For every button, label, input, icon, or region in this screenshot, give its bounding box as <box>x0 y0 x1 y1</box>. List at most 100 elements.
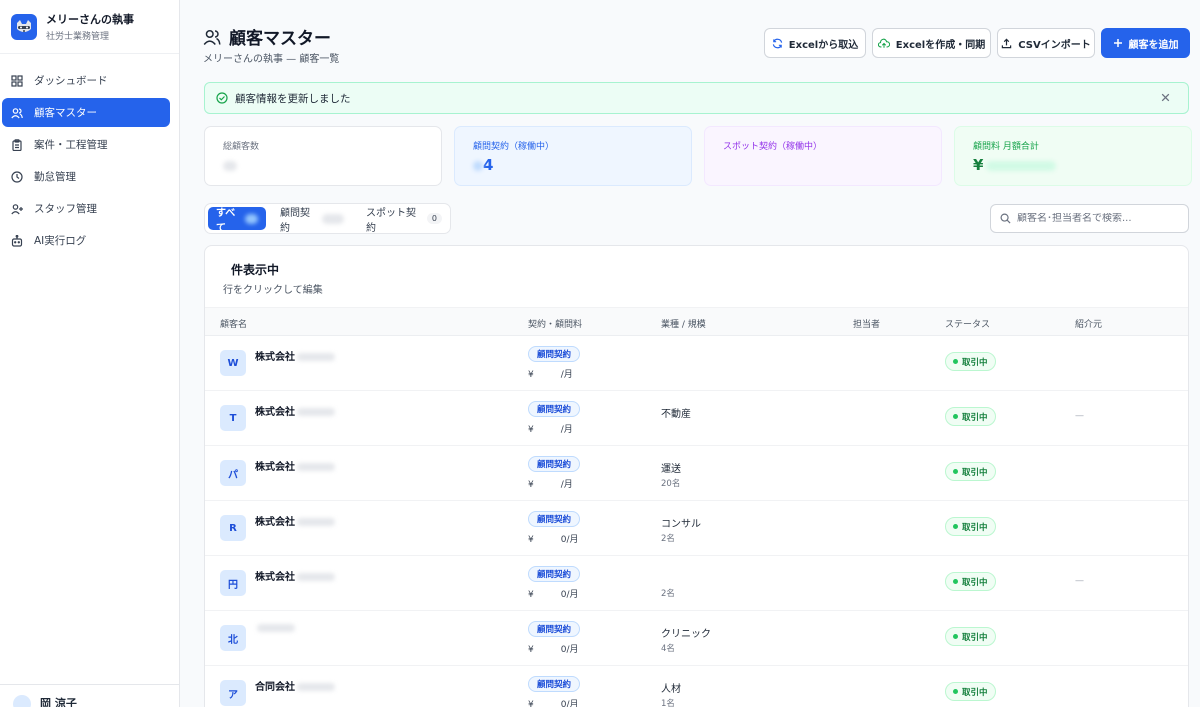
contract-badge: 顧問契約 <box>528 346 581 362</box>
status-badge: 取引中 <box>945 352 996 371</box>
customer-avatar: ア <box>220 680 246 706</box>
tab-spot[interactable]: スポット契約 0 <box>358 207 450 234</box>
status-badge: 取引中 <box>945 572 996 591</box>
redacted-value <box>257 624 295 632</box>
table-row[interactable]: 円株式会社 顧問契約 ¥ 0/月 2名 取引中 — <box>205 556 1188 611</box>
tab-all[interactable]: すべて <box>208 207 266 234</box>
company-size: 1名 <box>661 699 675 707</box>
status-dot-icon <box>953 414 958 419</box>
excel-sync-button[interactable]: Excelを作成・同期 <box>872 28 991 58</box>
company-size: 2名 <box>661 534 675 544</box>
industry: クリニック <box>661 629 711 640</box>
monthly-fee: ¥ 0/月 <box>528 590 579 600</box>
add-customer-button[interactable]: 顧客を追加 <box>1101 28 1190 58</box>
customer-avatar: T <box>220 405 246 431</box>
bot-icon <box>11 234 23 247</box>
table-row[interactable]: 北 顧問契約 ¥ 0/月 クリニック 4名 取引中 <box>205 611 1188 666</box>
contract-badge: 顧問契約 <box>528 621 581 637</box>
status-dot-icon <box>953 469 958 474</box>
tab-advisory[interactable]: 顧問契約 <box>272 207 352 234</box>
sidebar: メリーさんの執事 社労士業務管理 ダッシュボード 顧客マスター 案件・工程管理 … <box>0 0 180 707</box>
search-icon <box>1000 213 1011 224</box>
customer-avatar: 北 <box>220 625 246 651</box>
contract-badge: 顧問契約 <box>528 566 581 582</box>
contract-badge: 顧問契約 <box>528 401 581 417</box>
column-header: 担当者 <box>853 320 881 330</box>
contract-badge: 顧問契約 <box>528 511 581 527</box>
check-circle-icon <box>216 92 228 104</box>
redacted-value <box>297 408 335 416</box>
search-box[interactable] <box>990 204 1189 233</box>
customer-name: 株式会社 <box>255 403 335 418</box>
excel-import-button[interactable]: Excelから取込 <box>764 28 866 58</box>
search-input[interactable] <box>1017 213 1182 224</box>
monthly-fee: ¥ 0/月 <box>528 700 579 707</box>
sidebar-item-attendance[interactable]: 勤怠管理 <box>2 162 170 191</box>
status-badge: 取引中 <box>945 517 996 536</box>
industry: 運送 <box>661 464 681 475</box>
user-plus-icon <box>11 203 23 214</box>
table-hint: 行をクリックして編集 <box>223 285 323 296</box>
grid-icon <box>11 74 23 87</box>
sidebar-item-customers[interactable]: 顧客マスター <box>2 98 170 127</box>
industry: 人材 <box>661 684 681 695</box>
status-dot-icon <box>953 689 958 694</box>
status-dot-icon <box>953 634 958 639</box>
redacted-value <box>297 518 335 526</box>
status-dot-icon <box>953 524 958 529</box>
redacted-value <box>473 160 483 171</box>
plus-icon <box>1113 39 1122 47</box>
sidebar-item-ai-log[interactable]: AI実行ログ <box>2 226 170 255</box>
brand: メリーさんの執事 社労士業務管理 <box>0 0 179 54</box>
status-badge: 取引中 <box>945 682 996 701</box>
sidebar-item-staff[interactable]: スタッフ管理 <box>2 194 170 223</box>
success-alert: 顧客情報を更新しました <box>204 82 1189 114</box>
main-content: 顧客マスター メリーさんの執事 — 顧客一覧 Excelから取込 Excelを作… <box>180 0 1200 707</box>
status-dot-icon <box>953 579 958 584</box>
sidebar-item-label: スタッフ管理 <box>34 203 97 215</box>
user-profile[interactable]: 岡 涼子 <box>0 684 179 707</box>
customer-name <box>255 623 295 634</box>
customer-name: 株式会社 <box>255 458 335 473</box>
column-header: 顧客名 <box>220 320 248 330</box>
column-header: 業種 / 規模 <box>661 320 706 330</box>
page-title: 顧客マスター <box>203 24 331 49</box>
table-row[interactable]: ア合同会社 顧問契約 ¥ 0/月 人材 1名 取引中 <box>205 666 1188 707</box>
status-badge: 取引中 <box>945 407 996 426</box>
contract-badge: 顧問契約 <box>528 676 581 692</box>
customer-avatar: 円 <box>220 570 246 596</box>
stats-row: 総顧客数 顧問契約（稼働中） 4 スポット契約（稼働中） 顧問料 月額合計 ¥ <box>204 126 1192 186</box>
redacted-value <box>297 463 335 471</box>
csv-import-button[interactable]: CSVインポート <box>997 28 1095 58</box>
status-badge: 取引中 <box>945 462 996 481</box>
sidebar-item-dashboard[interactable]: ダッシュボード <box>2 66 170 95</box>
customer-name: 合同会社 <box>255 678 335 693</box>
company-size: 4名 <box>661 644 675 654</box>
redacted-value <box>297 353 335 361</box>
refresh-icon <box>772 38 782 48</box>
customer-table: 件表示中 行をクリックして編集 顧客名 契約・顧問料 業種 / 規模 担当者 ス… <box>204 245 1189 707</box>
sidebar-item-label: ダッシュボード <box>34 75 108 87</box>
monthly-fee: ¥ /月 <box>528 480 573 490</box>
breadcrumb: メリーさんの執事 — 顧客一覧 <box>203 54 340 65</box>
table-row[interactable]: W 株式会社 顧問契約 ¥ /月 取引中 <box>205 336 1188 391</box>
close-icon[interactable] <box>1160 92 1171 103</box>
count-badge: 0 <box>426 213 442 224</box>
avatar <box>13 695 31 707</box>
page-title-text: 顧客マスター <box>229 29 331 49</box>
contract-filter-tabs: すべて 顧問契約 スポット契約 0 <box>204 203 451 234</box>
customer-avatar: パ <box>220 460 246 486</box>
upload-icon <box>1002 38 1012 48</box>
contract-badge: 顧問契約 <box>528 456 581 472</box>
column-header: 紹介元 <box>1075 320 1103 330</box>
customer-name: 株式会社 <box>255 348 335 363</box>
customer-avatar: W <box>220 350 246 376</box>
sidebar-item-projects[interactable]: 案件・工程管理 <box>2 130 170 159</box>
table-row[interactable]: パ株式会社 顧問契約 ¥ /月 運送 20名 取引中 <box>205 446 1188 501</box>
table-row[interactable]: R 株式会社 顧問契約 ¥ 0/月 コンサル 2名 取引中 <box>205 501 1188 556</box>
monthly-fee: ¥ 0/月 <box>528 535 579 545</box>
app-name: メリーさんの執事 <box>46 13 134 26</box>
redacted-value <box>297 683 335 691</box>
users-icon <box>11 107 23 118</box>
table-row[interactable]: T 株式会社 顧問契約 ¥ /月 不動産 取引中 — <box>205 391 1188 446</box>
